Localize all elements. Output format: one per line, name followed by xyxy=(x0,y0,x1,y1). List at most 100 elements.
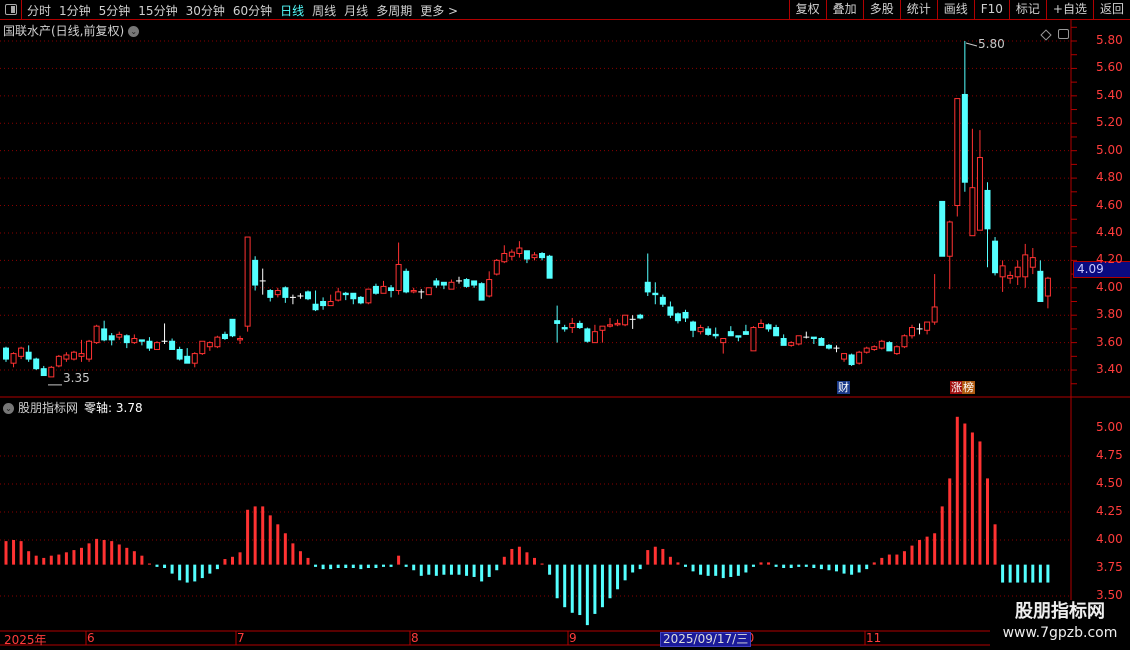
indicator-bar xyxy=(1008,564,1012,583)
candle-body xyxy=(969,187,976,237)
candle-body xyxy=(539,253,546,259)
low-marker-value: 3.35 xyxy=(63,371,90,385)
indicator-bar xyxy=(661,548,665,565)
candle-body xyxy=(810,336,817,340)
indicator-bar xyxy=(487,564,491,577)
candle-body xyxy=(10,353,17,364)
indicator-bar xyxy=(623,564,627,581)
candle-body xyxy=(652,292,659,296)
price-axis-label: 4.80 xyxy=(1096,170,1123,185)
candle-body xyxy=(184,355,191,364)
indicator-bar xyxy=(283,533,287,565)
indicator-bar xyxy=(1023,564,1027,583)
price-axis-label: 4.40 xyxy=(1096,224,1123,239)
indicator-bar xyxy=(374,564,378,568)
indicator-bar xyxy=(1001,564,1005,583)
candle-body xyxy=(33,358,40,370)
indicator-bar xyxy=(857,564,861,573)
indicator-bar xyxy=(986,478,989,565)
candle-body xyxy=(116,333,123,338)
indicator-bar xyxy=(140,555,144,565)
price-axis-label: 4.20 xyxy=(1096,252,1123,267)
indicator-bar xyxy=(449,564,453,575)
candle-body xyxy=(70,351,77,360)
indicator-bar xyxy=(321,564,325,570)
indicator-bar xyxy=(442,564,446,575)
candle-body xyxy=(274,290,281,296)
high-marker-value: 5.80 xyxy=(978,37,1005,51)
indicator-bar xyxy=(880,557,884,565)
chevron-down-icon[interactable]: ⌄ xyxy=(3,403,14,414)
indicator-bar xyxy=(993,524,997,565)
indicator-bar xyxy=(19,541,23,565)
candle-body xyxy=(795,335,802,345)
candle-body xyxy=(55,355,62,367)
date-axis-label: 11 xyxy=(866,631,882,645)
indicator-bar xyxy=(1038,564,1042,583)
rank-badge-2[interactable]: 榜 xyxy=(962,381,975,394)
indicator-bar xyxy=(404,564,408,567)
date-axis-label: 9 xyxy=(569,631,577,645)
indicator-bar xyxy=(27,551,31,565)
indicator-bar xyxy=(155,564,159,567)
indicator-bar xyxy=(110,541,114,565)
indicator-bar xyxy=(955,416,959,565)
candle-body xyxy=(712,333,719,337)
candle-body xyxy=(282,287,289,298)
indicator-bar xyxy=(427,564,431,575)
candle-body xyxy=(674,313,681,322)
candle-body xyxy=(478,283,485,301)
date-axis-label: 8 xyxy=(411,631,419,645)
candle-body xyxy=(818,338,825,346)
candle-body xyxy=(682,311,689,319)
indicator-bar xyxy=(49,555,53,565)
indicator-bar xyxy=(208,564,212,574)
indicator-bar xyxy=(268,515,272,565)
indicator-bar xyxy=(970,432,974,565)
indicator-bar xyxy=(261,506,265,565)
candle-body xyxy=(614,322,621,326)
indicator-bar xyxy=(95,538,99,565)
candle-body xyxy=(901,335,908,348)
indicator-bar xyxy=(238,552,242,565)
indicator-bar xyxy=(147,563,151,565)
indicator-axis-label: 5.00 xyxy=(1096,420,1123,434)
candle-body xyxy=(1029,257,1036,268)
indicator-bar xyxy=(540,563,544,565)
candle-body xyxy=(501,253,508,263)
candle-body xyxy=(765,324,772,330)
candle-body xyxy=(954,98,961,207)
indicator-bar xyxy=(751,564,755,567)
candle-body xyxy=(40,368,47,377)
watermark-name: 股朋指标网 xyxy=(1015,601,1105,622)
indicator-bar xyxy=(533,557,536,565)
indicator-bar xyxy=(291,543,295,565)
finance-badge[interactable]: 财 xyxy=(837,381,850,394)
price-axis-label: 5.20 xyxy=(1096,115,1123,130)
indicator-bar xyxy=(200,564,204,579)
chart-canvas[interactable] xyxy=(0,0,1130,650)
candle-body xyxy=(108,335,115,341)
indicator-bar xyxy=(465,564,469,576)
price-axis-label: 5.00 xyxy=(1096,142,1123,157)
candle-body xyxy=(976,157,983,231)
candle-body xyxy=(433,280,440,286)
candle-body xyxy=(878,340,885,349)
candle-body xyxy=(788,342,795,346)
indicator-bar xyxy=(231,556,234,565)
indicator-bar xyxy=(563,564,567,608)
indicator-axis-label: 4.50 xyxy=(1096,476,1123,490)
indicator-bar xyxy=(163,564,167,568)
candle-body xyxy=(169,340,176,350)
candle-body xyxy=(1022,254,1029,278)
indicator-bar xyxy=(457,564,461,575)
indicator-bar xyxy=(699,564,703,575)
candle-body xyxy=(25,351,32,360)
price-axis-label: 5.80 xyxy=(1096,33,1123,47)
high-marker: 5.80 xyxy=(978,37,1005,51)
indicator-bar xyxy=(721,564,725,579)
indicator-bar xyxy=(827,564,831,571)
candle-body xyxy=(146,340,153,349)
candle-body xyxy=(48,366,55,378)
indicator-bar xyxy=(842,564,846,574)
